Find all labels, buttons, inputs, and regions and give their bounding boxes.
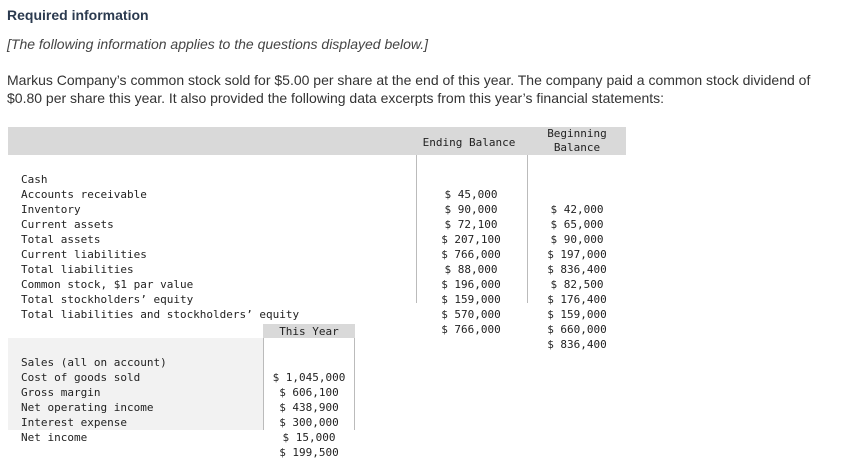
income-statement-table: This Year Sales (all on account) $ 1,045… — [8, 324, 355, 459]
beginning-value: $ 660,000 — [547, 323, 607, 336]
income-rows: Sales (all on account) $ 1,045,000 Cost … — [8, 340, 355, 459]
balance-sheet-table: Ending Balance Beginning Balance Cash $ … — [8, 127, 626, 351]
intro-paragraph: Markus Company’s common stock sold for $… — [7, 72, 811, 106]
ending-value: $ 570,000 — [441, 308, 501, 321]
table-row: Common stock, $1 par value $ 159,000 $ 1… — [8, 262, 626, 321]
header-beginning-line1: Beginning — [547, 127, 607, 140]
table-row: Net operating income $ 300,000 — [8, 385, 355, 429]
this-year-value: $ 199,500 — [279, 446, 339, 459]
table-row: Sales (all on account) $ 1,045,000 — [8, 340, 355, 384]
table-row: Current assets $ 207,100 $ 197,000 — [8, 202, 626, 261]
table-row: Cash $ 45,000 $ 42,000 — [8, 157, 626, 216]
table-row: Inventory $ 72,100 $ 90,000 — [8, 187, 626, 246]
table-row: Current liabilities $ 88,000 $ 82,500 — [8, 232, 626, 291]
balance-rows: Cash $ 45,000 $ 42,000 Accounts receivab… — [8, 157, 626, 351]
table-row: Accounts receivable $ 90,000 $ 65,000 — [8, 172, 626, 231]
table-row: Total stockholders’ equity $ 570,000 $ 6… — [8, 277, 626, 336]
row-label: Total liabilities and stockholders’ equi… — [21, 308, 300, 321]
table-row: Total liabilities $ 196,000 $ 176,400 — [8, 247, 626, 306]
beginning-value: $ 836,400 — [547, 338, 607, 351]
header-ending-balance: Ending Balance — [422, 136, 516, 149]
ending-value: $ 766,000 — [441, 323, 501, 336]
header-beginning-balance: Beginning Balance — [528, 127, 626, 155]
table-row: Total assets $ 766,000 $ 836,400 — [8, 217, 626, 276]
this-year-value: $ 15,000 — [282, 431, 336, 444]
row-label: Net income — [21, 431, 88, 444]
table-row: Cost of goods sold $ 606,100 — [8, 355, 355, 399]
table-row: Net income $ 199,500 — [8, 415, 355, 459]
section-subheading: [The following information applies to th… — [7, 36, 429, 52]
table-row: Total liabilities and stockholders’ equi… — [8, 292, 626, 351]
header-this-year: This Year — [279, 325, 339, 338]
table-row: Gross margin $ 438,900 — [8, 370, 355, 414]
section-heading: Required information — [7, 7, 149, 23]
beginning-value: $ 159,000 — [547, 308, 607, 321]
table-row: Interest expense $ 15,000 — [8, 400, 355, 444]
header-beginning-line2: Balance — [553, 141, 601, 154]
